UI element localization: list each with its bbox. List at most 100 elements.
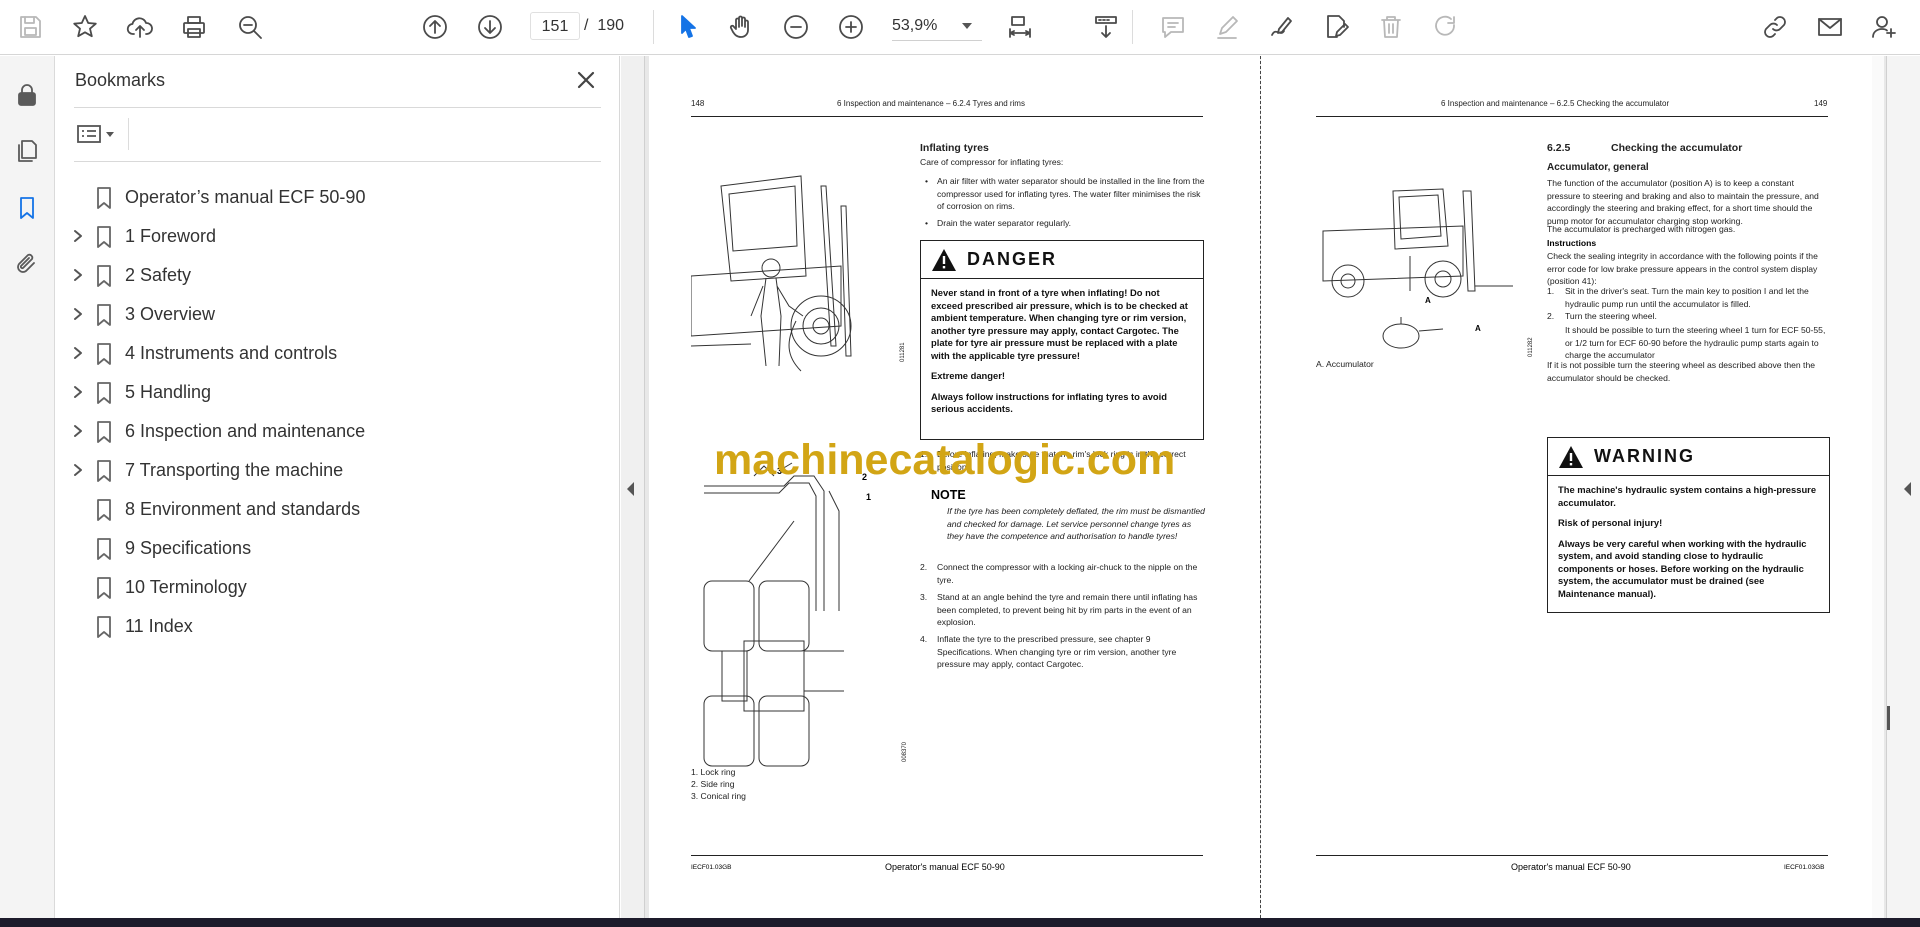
danger-emphasis: Extreme danger! [931, 370, 1005, 381]
highlight-pen-icon[interactable] [1209, 9, 1245, 45]
caption-lock-ring: 1. Lock ring [691, 767, 736, 777]
collapse-right-panel[interactable] [1886, 56, 1920, 918]
redo-icon[interactable] [1428, 9, 1464, 45]
footer-title: Operator's manual ECF 50-90 [885, 862, 1005, 872]
footer-code: IECF01.03GB [691, 864, 732, 871]
panel-divider [74, 107, 601, 108]
previous-page-icon[interactable] [417, 9, 453, 45]
bookmark-item[interactable]: 10 Terminology [56, 569, 616, 605]
toolbar-divider [1132, 10, 1133, 44]
body-text: Check the sealing integrity in accordanc… [1547, 251, 1818, 286]
chevron-down-icon[interactable] [962, 23, 972, 29]
bookmark-icon [96, 616, 114, 638]
caption-accumulator: A. Accumulator [1316, 359, 1374, 369]
lock-icon[interactable] [12, 80, 42, 110]
bookmark-item[interactable]: 2 Safety [56, 257, 616, 293]
bookmark-options-button[interactable] [76, 120, 122, 148]
close-icon[interactable] [574, 68, 598, 92]
comment-icon[interactable] [1155, 9, 1191, 45]
callout-a: A [1425, 296, 1431, 305]
bookmark-icon [96, 187, 114, 209]
chevron-right-icon[interactable] [72, 424, 84, 438]
chevron-right-icon[interactable] [72, 307, 84, 321]
step-text: Turn the steering wheel. [1565, 311, 1657, 321]
page-number-input[interactable]: 151 [530, 12, 580, 40]
warning-title: WARNING [1594, 446, 1695, 466]
email-icon[interactable] [1812, 9, 1848, 45]
chevron-right-icon[interactable] [72, 346, 84, 360]
bookmark-item[interactable]: 5 Handling [56, 374, 616, 410]
hand-tool-icon[interactable] [723, 9, 759, 45]
delete-trash-icon[interactable] [1373, 9, 1409, 45]
warning-triangle-icon [1559, 445, 1583, 468]
bookmark-label: 1 Foreword [125, 226, 217, 246]
page-separator: / 190 [584, 17, 625, 34]
attachment-paperclip-icon[interactable] [12, 249, 42, 279]
zoom-search-icon[interactable] [232, 9, 268, 45]
add-user-icon[interactable] [1866, 9, 1902, 45]
section-heading: Inflating tyres [920, 142, 989, 154]
step-number: 1. [1547, 286, 1555, 296]
chevron-right-icon[interactable] [72, 268, 84, 282]
zoom-out-icon[interactable] [778, 9, 814, 45]
body-text: The accumulator is precharged with nitro… [1547, 224, 1736, 234]
select-cursor-icon[interactable] [670, 9, 706, 45]
draw-freehand-icon[interactable] [1263, 9, 1299, 45]
bullet-text: Drain the water separator regularly. [937, 218, 1072, 228]
save-icon[interactable] [12, 9, 48, 45]
upload-cloud-icon[interactable] [122, 9, 158, 45]
bookmark-item[interactable]: Operator’s manual ECF 50-90 [56, 179, 616, 215]
danger-title: DANGER [967, 249, 1058, 269]
danger-text: Never stand in front of a tyre when infl… [931, 287, 1188, 361]
rim-cross-section-illustration [703, 462, 844, 767]
bullet-text: An air filter with water separator shoul… [937, 176, 1205, 211]
pages-thumbnails-icon[interactable] [12, 136, 42, 166]
scrollbar-thumb[interactable] [1887, 706, 1890, 730]
chevron-left-icon[interactable] [1904, 482, 1911, 496]
callout-a: A [1475, 324, 1481, 333]
bookmarks-panel: Bookmarks Operator’s manual ECF 50-90 1 F… [56, 56, 620, 918]
bookmark-item[interactable]: 11 Index [56, 608, 616, 644]
bookmark-item[interactable]: 9 Specifications [56, 530, 616, 566]
note-title: NOTE [931, 488, 966, 502]
bookmark-star-icon[interactable] [67, 9, 103, 45]
chevron-left-icon[interactable] [627, 482, 634, 496]
step-text: Stand at an angle behind the tyre and re… [937, 592, 1198, 627]
pdf-page-149: 6 Inspection and maintenance – 6.2.5 Che… [1261, 56, 1872, 918]
bookmark-item[interactable]: 1 Foreword [56, 218, 616, 254]
warning-text: The machine's hydraulic system contains … [1558, 484, 1817, 508]
chevron-right-icon[interactable] [72, 229, 84, 243]
bookmark-item[interactable]: 7 Transporting the machine [56, 452, 616, 488]
bookmark-label: 11 Index [125, 616, 193, 636]
bookmark-icon [96, 499, 114, 521]
running-header: 6 Inspection and maintenance – 6.2.4 Tyr… [837, 99, 1025, 108]
page-fit-icon[interactable] [1002, 9, 1038, 45]
bookmark-label: Operator’s manual ECF 50-90 [125, 187, 366, 207]
taskbar-strip [0, 918, 1920, 927]
bookmark-icon [96, 265, 114, 287]
pdf-page-148: 148 6 Inspection and maintenance – 6.2.4… [649, 56, 1260, 918]
chevron-right-icon[interactable] [72, 385, 84, 399]
print-icon[interactable] [176, 9, 212, 45]
share-link-icon[interactable] [1757, 9, 1793, 45]
bookmark-item[interactable]: 6 Inspection and maintenance [56, 413, 616, 449]
step-number: 2. [1547, 311, 1555, 321]
next-page-icon[interactable] [472, 9, 508, 45]
instructions-heading: Instructions [1547, 238, 1597, 248]
running-header: 6 Inspection and maintenance – 6.2.5 Che… [1441, 99, 1670, 108]
warning-header: WARNING [1548, 438, 1829, 476]
scroll-mode-icon[interactable] [1088, 9, 1124, 45]
warning-triangle-icon [932, 248, 956, 271]
zoom-in-icon[interactable] [833, 9, 869, 45]
bookmarks-panel-icon[interactable] [12, 193, 42, 223]
watermark-text: machinecatalogic.com [714, 436, 1176, 484]
bookmark-label: 6 Inspection and maintenance [125, 421, 366, 441]
chevron-right-icon[interactable] [72, 463, 84, 477]
toolbar-divider [653, 10, 654, 44]
footer-rule [1316, 855, 1828, 856]
bookmark-item[interactable]: 3 Overview [56, 296, 616, 332]
bookmark-item[interactable]: 8 Environment and standards [56, 491, 616, 527]
edit-text-icon[interactable] [1318, 9, 1354, 45]
vertical-scrollbar[interactable] [1872, 56, 1884, 918]
bookmark-item[interactable]: 4 Instruments and controls [56, 335, 616, 371]
